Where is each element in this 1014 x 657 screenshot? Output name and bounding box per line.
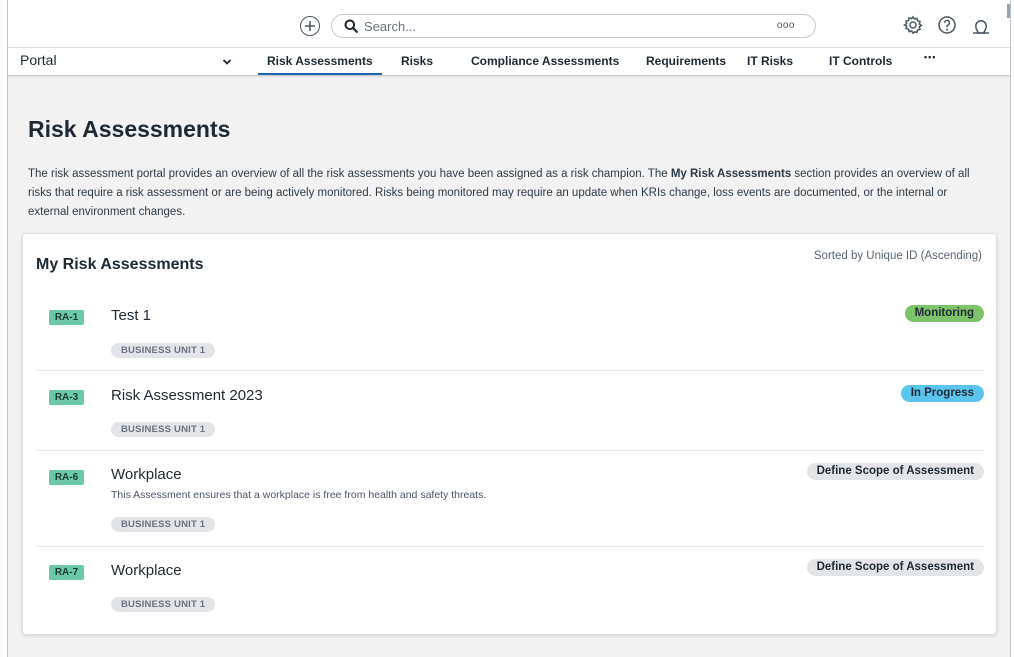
business-unit-tag: BUSINESS UNIT 1 bbox=[111, 597, 216, 612]
item-title[interactable]: Workplace bbox=[111, 562, 182, 579]
tab-it-risks[interactable]: IT Risks bbox=[747, 54, 793, 68]
chevron-down-icon[interactable] bbox=[222, 57, 232, 67]
search-icon bbox=[344, 19, 358, 33]
status-badge: Define Scope of Assessment bbox=[806, 463, 984, 480]
id-badge: RA-6 bbox=[49, 470, 84, 485]
tab-compliance-assessments[interactable]: Compliance Assessments bbox=[471, 54, 619, 68]
page-intro: The risk assessment portal provides an o… bbox=[28, 165, 988, 222]
intro-highlight: My Risk Assessments bbox=[670, 168, 792, 180]
search-options-button[interactable]: ooo bbox=[777, 20, 795, 31]
settings-button[interactable] bbox=[902, 14, 924, 36]
sort-indicator[interactable]: Sorted by Unique ID (Ascending) bbox=[814, 250, 982, 262]
status-badge: Define Scope of Assessment bbox=[806, 559, 984, 576]
more-tabs-button[interactable]: ••• bbox=[924, 52, 936, 62]
page-title: Risk Assessments bbox=[28, 116, 231, 142]
top-bar: ooo bbox=[8, 0, 1010, 48]
list-item[interactable]: RA-3 Risk Assessment 2023 BUSINESS UNIT … bbox=[36, 371, 984, 451]
user-icon bbox=[973, 20, 989, 34]
id-badge: RA-1 bbox=[49, 310, 84, 325]
status-badge: Monitoring bbox=[904, 305, 984, 322]
tab-it-controls[interactable]: IT Controls bbox=[829, 54, 892, 68]
list-item[interactable]: RA-1 Test 1 BUSINESS UNIT 1 Monitoring bbox=[36, 292, 984, 371]
search-bar[interactable]: ooo bbox=[331, 14, 816, 38]
my-risk-assessments-card: My Risk Assessments Sorted by Unique ID … bbox=[22, 233, 997, 635]
list-item[interactable]: RA-7 Workplace BUSINESS UNIT 1 Define Sc… bbox=[36, 547, 984, 627]
nav-bar: Portal Risk Assessments Risks Compliance… bbox=[8, 48, 1010, 76]
status-badge: In Progress bbox=[900, 385, 984, 402]
help-icon bbox=[938, 16, 956, 34]
portal-selector[interactable]: Portal bbox=[20, 52, 57, 68]
add-icon bbox=[305, 21, 315, 31]
item-description: This Assessment ensures that a workplace… bbox=[111, 489, 487, 501]
search-input[interactable] bbox=[364, 18, 764, 34]
id-badge: RA-7 bbox=[49, 565, 84, 580]
help-button[interactable] bbox=[936, 14, 958, 36]
intro-text: The risk assessment portal provides an o… bbox=[28, 168, 671, 180]
scrollbar-thumb[interactable] bbox=[1007, 4, 1010, 18]
item-title[interactable]: Risk Assessment 2023 bbox=[111, 387, 263, 404]
tab-requirements[interactable]: Requirements bbox=[646, 54, 726, 68]
item-title[interactable]: Test 1 bbox=[111, 307, 151, 324]
tab-risks[interactable]: Risks bbox=[401, 54, 433, 68]
id-badge: RA-3 bbox=[49, 390, 84, 405]
list-item[interactable]: RA-6 Workplace This Assessment ensures t… bbox=[36, 451, 984, 547]
tab-risk-assessments[interactable]: Risk Assessments bbox=[258, 54, 382, 75]
business-unit-tag: BUSINESS UNIT 1 bbox=[111, 422, 216, 437]
app-frame: ooo Portal Ris bbox=[7, 0, 1011, 657]
add-button[interactable] bbox=[300, 16, 320, 36]
card-title: My Risk Assessments bbox=[36, 256, 204, 273]
business-unit-tag: BUSINESS UNIT 1 bbox=[111, 517, 216, 532]
user-menu-button[interactable] bbox=[970, 14, 992, 36]
business-unit-tag: BUSINESS UNIT 1 bbox=[111, 343, 216, 358]
item-title[interactable]: Workplace bbox=[111, 466, 182, 483]
gear-icon bbox=[903, 15, 923, 35]
